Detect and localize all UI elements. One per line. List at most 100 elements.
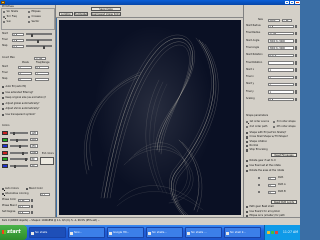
grid-field-pixels[interactable]: 1 — [18, 65, 32, 70]
rotate-option-checkbox[interactable] — [246, 160, 249, 163]
rotate-option-checkbox[interactable] — [246, 170, 249, 173]
render-canvas[interactable] — [59, 20, 241, 215]
shape-param-field[interactable]: 0.5 — [268, 97, 294, 102]
shape-param-field[interactable]: 1 — [268, 68, 294, 72]
phase-spinner[interactable] — [30, 210, 33, 215]
reset-fill-button[interactable]: Reset Fill pauses — [271, 153, 297, 157]
color-slider-thumb[interactable] — [25, 158, 27, 162]
color-preview-button[interactable] — [40, 157, 54, 165]
color-value-field[interactable]: 255 — [30, 144, 38, 148]
grid-field-pixels[interactable]: 2 — [18, 71, 32, 76]
color-slider-thumb[interactable] — [22, 151, 24, 155]
color-value-field[interactable]: 204 — [30, 137, 38, 142]
shape-param-spinner[interactable] — [295, 82, 298, 87]
shape-param-spinner[interactable] — [295, 31, 298, 36]
tray-icon-3[interactable] — [275, 230, 278, 234]
color-slider[interactable] — [10, 138, 28, 142]
option-checkbox[interactable] — [2, 108, 5, 111]
param-field[interactable]: 4.8 — [12, 38, 24, 43]
shape-param-field[interactable]: 1 — [268, 75, 294, 80]
color-swatch[interactable] — [2, 163, 8, 168]
shape-param-spinner[interactable] — [295, 46, 298, 50]
shape-param-spinner[interactable] — [295, 24, 298, 29]
path-radio[interactable] — [258, 177, 261, 180]
symbol-button[interactable]: Symbol&A — [74, 12, 88, 16]
taskbar-button[interactable]: Sinx... — [68, 227, 105, 238]
shape-option-checkbox[interactable] — [246, 140, 249, 143]
phase-field[interactable]: 0.1 — [18, 204, 30, 209]
color-swatch[interactable] — [2, 137, 8, 142]
alt-coloring-field[interactable]: 0.1 — [40, 192, 50, 197]
shape-option-checkbox[interactable] — [246, 132, 249, 135]
color-slider[interactable] — [10, 151, 28, 155]
color-slider[interactable] — [10, 132, 28, 136]
param-slider-thumb[interactable] — [37, 39, 39, 43]
shape-option-checkbox[interactable] — [246, 149, 249, 152]
option-checkbox[interactable] — [2, 102, 5, 105]
order-radio[interactable] — [246, 126, 249, 129]
color-value-field[interactable]: 128 — [30, 131, 38, 135]
start-button[interactable]: start — [0, 225, 27, 240]
color-swatch[interactable] — [2, 157, 8, 161]
minimize-button[interactable] — [285, 0, 289, 5]
shape-param-field[interactable] — [268, 61, 294, 65]
color-value-field[interactable]: 128 — [30, 150, 38, 155]
size-field-b[interactable]: x 36 — [282, 18, 292, 23]
count-max-field[interactable]: 1e-05 — [34, 56, 46, 61]
phase-field[interactable]: 0.5 — [18, 210, 30, 215]
color-swatch[interactable] — [2, 150, 8, 155]
close-button[interactable] — [295, 0, 300, 5]
color-slider[interactable] — [10, 145, 28, 149]
color-slider-thumb[interactable] — [13, 132, 15, 136]
param-slider[interactable] — [26, 39, 52, 43]
shape-param-spinner[interactable] — [295, 97, 298, 102]
tray-icon-1[interactable] — [267, 230, 270, 234]
save-image-button[interactable]: Save image — [91, 7, 121, 11]
phase-spinner[interactable] — [30, 198, 33, 203]
path-field[interactable]: 0 — [268, 183, 276, 188]
shape-param-spinner[interactable] — [295, 75, 298, 80]
taskbar-button[interactable]: Sin shell 2... — [224, 227, 261, 238]
color-slider-thumb[interactable] — [16, 138, 18, 142]
shape-param-spinner[interactable] — [295, 90, 298, 94]
shape-param-spinner[interactable] — [295, 68, 298, 72]
color-slider-thumb[interactable] — [19, 145, 21, 149]
taskbar-button[interactable]: Sin shells — [29, 227, 66, 238]
grid-field-freq[interactable]: 1 — [35, 71, 49, 76]
path-option-checkbox[interactable] — [246, 210, 249, 213]
color-swatch[interactable] — [2, 144, 8, 148]
order-radio[interactable] — [246, 121, 249, 124]
param-slider[interactable] — [26, 33, 52, 37]
param-slider-thumb[interactable] — [31, 33, 33, 37]
size-field[interactable]: 2400 — [268, 18, 280, 23]
taskbar-button[interactable]: Sin shells ... — [185, 227, 222, 238]
grid-field-freq[interactable]: 0.4 — [35, 65, 49, 70]
shape-param-field[interactable]: 1 — [268, 82, 294, 87]
path-field[interactable]: 0 — [268, 176, 276, 181]
color-slider[interactable] — [10, 158, 28, 162]
option-checkbox[interactable] — [2, 97, 5, 100]
path-radio[interactable] — [258, 191, 261, 194]
shape-param-spinner[interactable] — [295, 39, 298, 43]
grid-field-pixels[interactable]: 0 — [18, 77, 32, 82]
path-radio[interactable] — [258, 184, 261, 187]
order-radio[interactable] — [273, 121, 276, 124]
color-swatch[interactable] — [2, 131, 8, 135]
param-slider[interactable] — [26, 45, 52, 49]
option-checkbox[interactable] — [2, 91, 5, 94]
phase-field[interactable]: 0.75 — [18, 198, 30, 203]
shape-param-field[interactable]: 1 — [268, 90, 294, 94]
phase-spinner[interactable] — [30, 204, 33, 209]
order-radio[interactable] — [273, 126, 276, 129]
taskbar-button[interactable]: Sin shells... — [146, 227, 183, 238]
color-slider[interactable] — [10, 164, 28, 168]
shape-option-checkbox[interactable] — [246, 144, 249, 148]
location-button[interactable]: Location — [59, 12, 73, 16]
color-slider-thumb[interactable] — [14, 164, 16, 168]
grid-field-freq[interactable] — [35, 77, 49, 82]
shape-option-checkbox[interactable] — [246, 136, 249, 139]
taskbar-button[interactable]: Google Hit... — [107, 227, 144, 238]
param-slider-thumb[interactable] — [43, 45, 45, 49]
param-field[interactable]: 0.2 — [12, 44, 24, 49]
shape-param-spinner[interactable] — [295, 61, 298, 65]
